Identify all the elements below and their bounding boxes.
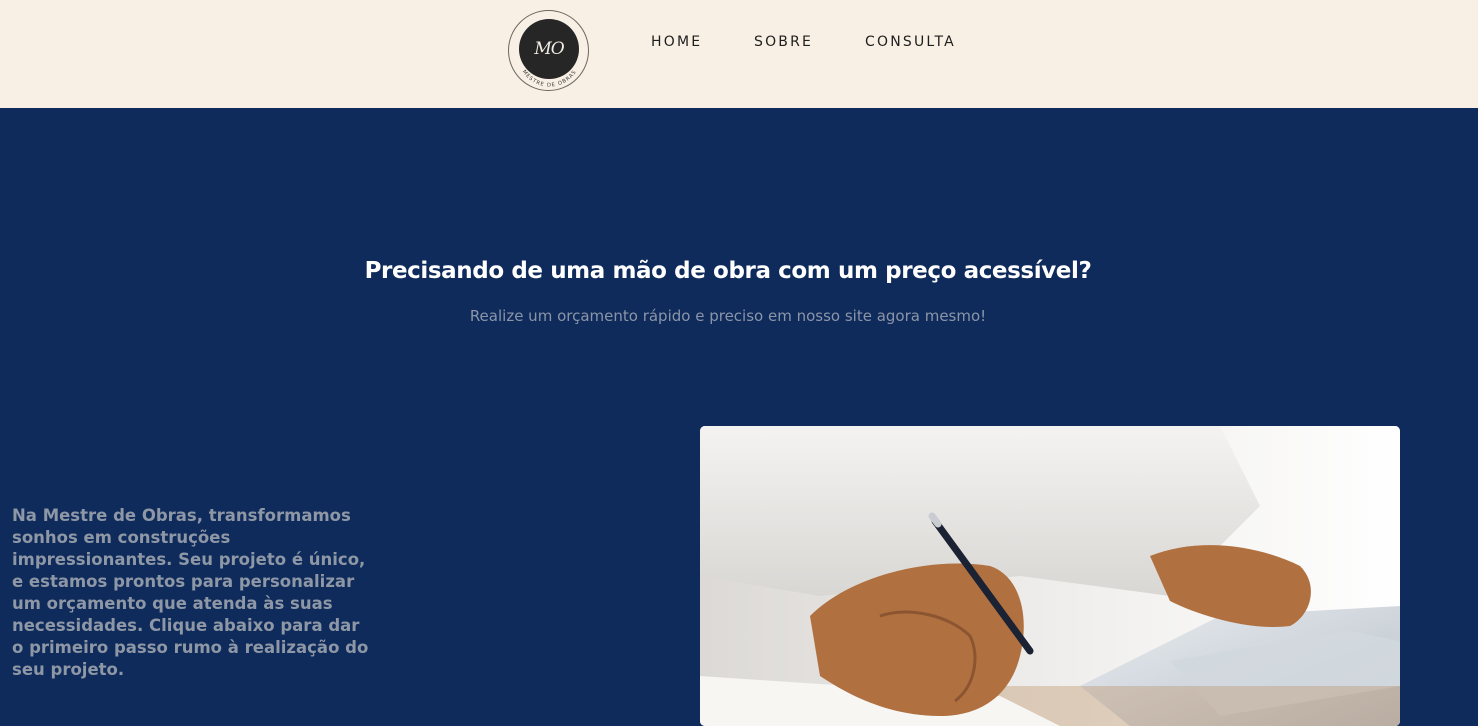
about-paragraph: Na Mestre de Obras, transformamos sonhos… [12, 506, 369, 679]
hero-title: Precisando de uma mão de obra com um pre… [364, 258, 1092, 284]
site-header: MO MESTRE DE OBRAS HOME SOBRE CONSULTA [0, 0, 1478, 108]
nav-home[interactable]: HOME [651, 34, 702, 50]
hero-photo [700, 426, 1400, 726]
nav-consulta[interactable]: CONSULTA [865, 34, 956, 50]
hands-writing-illustration [700, 426, 1400, 726]
logo[interactable]: MO MESTRE DE OBRAS [508, 10, 589, 91]
hero-subtitle: Realize um orçamento rápido e preciso em… [469, 307, 987, 325]
logo-ring-text: MESTRE DE OBRAS [521, 69, 578, 89]
nav-sobre[interactable]: SOBRE [754, 34, 813, 50]
svg-text:MESTRE DE OBRAS: MESTRE DE OBRAS [521, 69, 578, 89]
